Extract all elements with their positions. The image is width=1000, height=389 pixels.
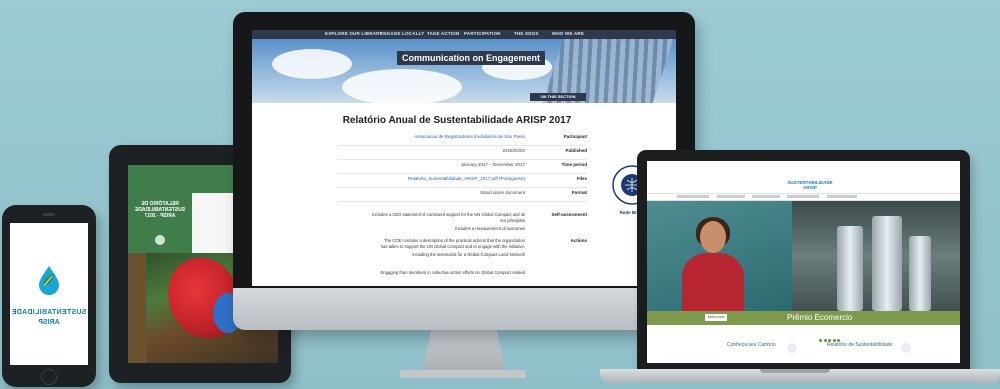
award-trophy [837,226,863,311]
detail-row: Time period January 2017 – December 2017 [337,160,587,174]
imac-stand-neck [421,330,507,374]
hero-cloud [342,69,462,103]
detail-value: January 2017 – December 2017 [460,162,525,167]
laptop-nav-item[interactable] [827,195,857,198]
laptop-cards: Relatório de Sustentabilidade Conheça se… [647,337,960,363]
photo-branch [128,253,146,363]
laptop-screen: SUSTENTABILIDADE ARISP saiba mais Prêmio… [647,161,960,363]
tablet-title: RELATÓRIO DE SUSTENTABILIDADE ARISP - 20… [134,201,186,219]
detail-key: Format [571,190,587,195]
phone-logo-line2: ARISP [38,319,60,326]
phone-device: SUSTENTABILIDADE ARISP [2,205,96,387]
detail-value: Stand alone document [479,190,525,195]
person-photo [682,217,744,311]
nav-item-sdgs[interactable]: THE SDGS [514,31,539,36]
detail-row: Format Stand alone document [337,188,587,202]
self-assessment-label: Self-assessment [551,212,587,217]
card-registry[interactable]: Conheça seu Cartório [727,342,776,348]
nav-item-who-we-are[interactable]: WHO WE ARE [552,31,584,36]
person-body [682,253,744,311]
hero-banner: Communication on Engagement ON THIS SECT… [252,39,676,103]
hero-caption-bar: saiba mais Prêmio Ecomercio [647,311,960,325]
actions-label: Actions [570,238,587,243]
phone-camera [43,213,55,216]
on-this-section-button[interactable]: ON THIS SECTION [530,93,586,101]
laptop-nav-item[interactable] [677,195,709,198]
nav-item-engage-locally[interactable]: ENGAGE LOCALLY [380,31,424,36]
imac-device: WHO WE ARE THE SDGS PARTICIPATION TAKE A… [233,12,695,330]
card-title: Relatório de Sustentabilidade [827,342,893,348]
top-navigation: WHO WE ARE THE SDGS PARTICIPATION TAKE A… [252,30,676,39]
imac-chin [233,288,695,330]
self-assessment-line: Includes a CEO statement of continued su… [372,212,525,217]
hero-caption-title: Prêmio Ecomercio [787,313,853,322]
tablet-title-card: RELATÓRIO DE SUSTENTABILIDADE ARISP - 20… [128,193,192,253]
laptop-nav-item[interactable] [787,195,819,198]
laptop-device: SUSTENTABILIDADE ARISP saiba mais Prêmio… [637,150,970,369]
actions-line: Engaging than members in collective acti… [380,270,525,275]
hero-title: Communication on Engagement [397,51,546,65]
detail-key: Participant [563,134,587,139]
registry-icon [787,343,797,353]
laptop-nav-item[interactable] [752,195,780,198]
actions-line: The COE contains a description of the pr… [383,238,525,243]
water-drop-leaf-icon [39,266,59,295]
card-title: Conheça seu Cartório [727,342,776,348]
detail-row: Participant Associacao de Registradores … [337,132,587,146]
detail-value-link[interactable]: Relatorio_Sustentabilidade_ARISP_2017.pd… [408,176,525,181]
award-trophy [909,236,931,311]
self-assessment-line: Includes a measurement of outcomes [455,226,525,231]
logo-emblem-icon [155,235,165,245]
detail-row: Files Relatorio_Sustentabilidade_ARISP_2… [337,174,587,188]
report-title: Relatório Anual de Sustentabilidade ARIS… [342,115,572,126]
nav-item-explore-library[interactable]: EXPLORE OUR LIBRARY [325,31,383,36]
device-mockup-scene: SUSTENTABILIDADE ARISP RELATÓRIO DE SUST… [0,0,1000,389]
detail-key: Files [576,176,587,181]
laptop-header: SUSTENTABILIDADE ARISP [647,161,960,191]
laptop-notch [760,369,830,373]
detail-row: Published 2018/03/02 [337,146,587,160]
imac-screen: WHO WE ARE THE SDGS PARTICIPATION TAKE A… [252,30,676,286]
detail-value-link[interactable]: Associacao de Registradores Imobiliarios… [414,134,525,139]
laptop-logo[interactable]: SUSTENTABILIDADE ARISP [782,180,838,190]
laptop-nav-item[interactable] [717,195,745,198]
phone-logo-line1: SUSTENTABILIDADE [11,309,87,316]
nav-item-participation[interactable]: PARTICIPATION [464,31,501,36]
card-report[interactable]: Relatório de Sustentabilidade [827,342,892,348]
person-head [700,221,726,253]
laptop-hero-photo [647,201,960,311]
carousel-dots[interactable] [819,329,843,342]
report-icon [901,343,911,353]
detail-key: Time period [561,162,587,167]
detail-value: 2018/03/02 [502,148,525,153]
detail-key: Published [565,148,587,153]
actions-line: has taken to support the UN Global Compa… [380,244,525,249]
self-assessment-line: ten principles [500,218,525,223]
hero-cloud [272,49,352,79]
phone-home-button[interactable] [41,369,57,385]
report-details: Participant Associacao de Registradores … [337,132,587,202]
award-trophy [872,216,902,311]
nav-item-take-action[interactable]: TAKE ACTION [427,31,459,36]
actions-line: including the secretariat for a Global C… [412,252,525,257]
phone-screen: SUSTENTABILIDADE ARISP [10,223,88,365]
saiba-mais-button[interactable]: saiba mais [705,314,727,321]
imac-stand-base [400,370,526,378]
laptop-nav [647,193,960,201]
